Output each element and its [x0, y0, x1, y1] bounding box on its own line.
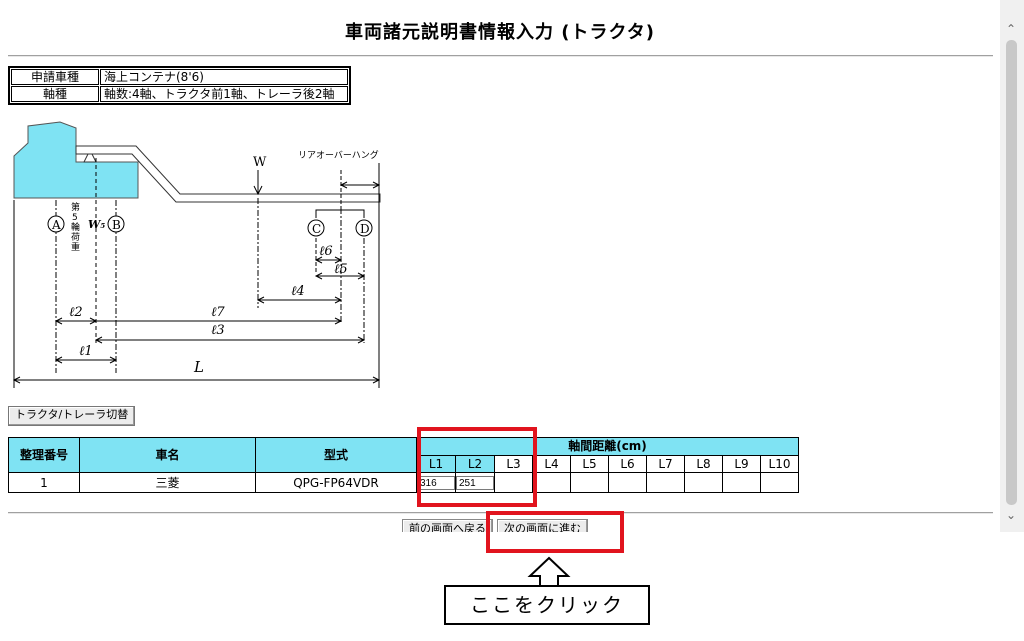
- cell-model: QPG-FP64VDR: [255, 472, 417, 493]
- vehicle-axle-table: 整理番号 車名 型式 軸間距離(cm) L1 L2 L3 L4 L5 L6 L7…: [8, 437, 799, 493]
- label-l4: ℓ4: [291, 284, 305, 299]
- label-fifth-wheel-load: 第 5 輪 荷 重: [71, 201, 80, 253]
- cell-l9: [722, 472, 761, 493]
- header-l6: L6: [608, 454, 647, 473]
- axle-a-label: A: [51, 218, 61, 232]
- info-row: 申請車種 海上コンテナ(8'6): [11, 69, 348, 85]
- cell-l6: [608, 472, 647, 493]
- svg-text:第: 第: [71, 201, 80, 213]
- label-w: W: [253, 155, 267, 170]
- axle-b-label: B: [112, 218, 121, 232]
- cell-l8: [684, 472, 723, 493]
- prev-screen-button[interactable]: 前の画面へ戻る: [402, 519, 493, 532]
- header-model: 型式: [255, 437, 417, 473]
- label-w5: W₅: [88, 218, 105, 231]
- page-title: 車両諸元説明書情報入力 (トラクタ): [345, 22, 655, 43]
- label-l1: ℓ1: [79, 344, 93, 359]
- svg-text:輪: 輪: [71, 221, 80, 233]
- info-row: 軸種 軸数:4軸、トラクタ前1軸、トレーラ後2軸: [11, 86, 348, 102]
- header-vehicle-name: 車名: [79, 437, 256, 473]
- highlight-axle-inputs: [417, 427, 537, 507]
- info-value-vehicle-type: 海上コンテナ(8'6): [100, 69, 348, 85]
- svg-text:荷: 荷: [71, 232, 80, 243]
- axle-d-label: D: [360, 222, 370, 236]
- cell-serial-no: 1: [8, 472, 80, 493]
- cell-vehicle-name: 三菱: [79, 472, 256, 493]
- header-l7: L7: [646, 454, 685, 473]
- tractor-trailer-switch-button[interactable]: トラクタ/トレーラ切替: [8, 406, 136, 426]
- divider-top: [8, 55, 993, 57]
- scroll-down-icon[interactable]: ⌄: [1006, 508, 1016, 522]
- cell-l5: [570, 472, 609, 493]
- tractor-body: [13, 121, 139, 199]
- header-serial-no: 整理番号: [8, 437, 80, 473]
- table-row: 1 三菱 QPG-FP64VDR: [8, 472, 799, 493]
- label-rear-overhang: リアオーバーハング: [298, 149, 379, 161]
- label-l6: ℓ6: [319, 244, 333, 259]
- svg-text:重: 重: [71, 241, 80, 253]
- tractor-dimension-diagram: W リアオーバーハング A B C D W₅ 第 5 輪 荷 重 ℓ6 ℓ5 ℓ…: [12, 121, 381, 388]
- scrollbar-thumb[interactable]: [1006, 40, 1017, 505]
- label-overall-length: L: [193, 358, 204, 376]
- label-l2: ℓ2: [69, 305, 83, 320]
- scroll-up-icon[interactable]: ⌃: [1006, 22, 1016, 36]
- svg-text:5: 5: [72, 213, 78, 223]
- info-label-vehicle-type: 申請車種: [11, 69, 99, 85]
- info-label-axle-type: 軸種: [11, 86, 99, 102]
- click-here-callout: ここをクリック: [444, 585, 650, 625]
- header-l8: L8: [684, 454, 723, 473]
- label-l5: ℓ5: [334, 262, 348, 277]
- callout-arrow-icon: [527, 556, 571, 588]
- vertical-scrollbar[interactable]: ⌃ ⌄: [1000, 0, 1024, 532]
- axle-c-label: C: [312, 222, 321, 236]
- label-l3: ℓ3: [211, 323, 225, 338]
- header-l4: L4: [532, 454, 571, 473]
- header-l5: L5: [570, 454, 609, 473]
- cell-l4: [532, 472, 571, 493]
- header-l9: L9: [722, 454, 761, 473]
- label-l7: ℓ7: [211, 305, 225, 320]
- vehicle-info-table: 申請車種 海上コンテナ(8'6) 軸種 軸数:4軸、トラクタ前1軸、トレーラ後2…: [8, 66, 351, 105]
- info-value-axle-type: 軸数:4軸、トラクタ前1軸、トレーラ後2軸: [100, 86, 348, 102]
- cell-l10: [760, 472, 799, 493]
- highlight-next-button: [486, 511, 624, 553]
- cell-l7: [646, 472, 685, 493]
- header-l10: L10: [760, 454, 799, 473]
